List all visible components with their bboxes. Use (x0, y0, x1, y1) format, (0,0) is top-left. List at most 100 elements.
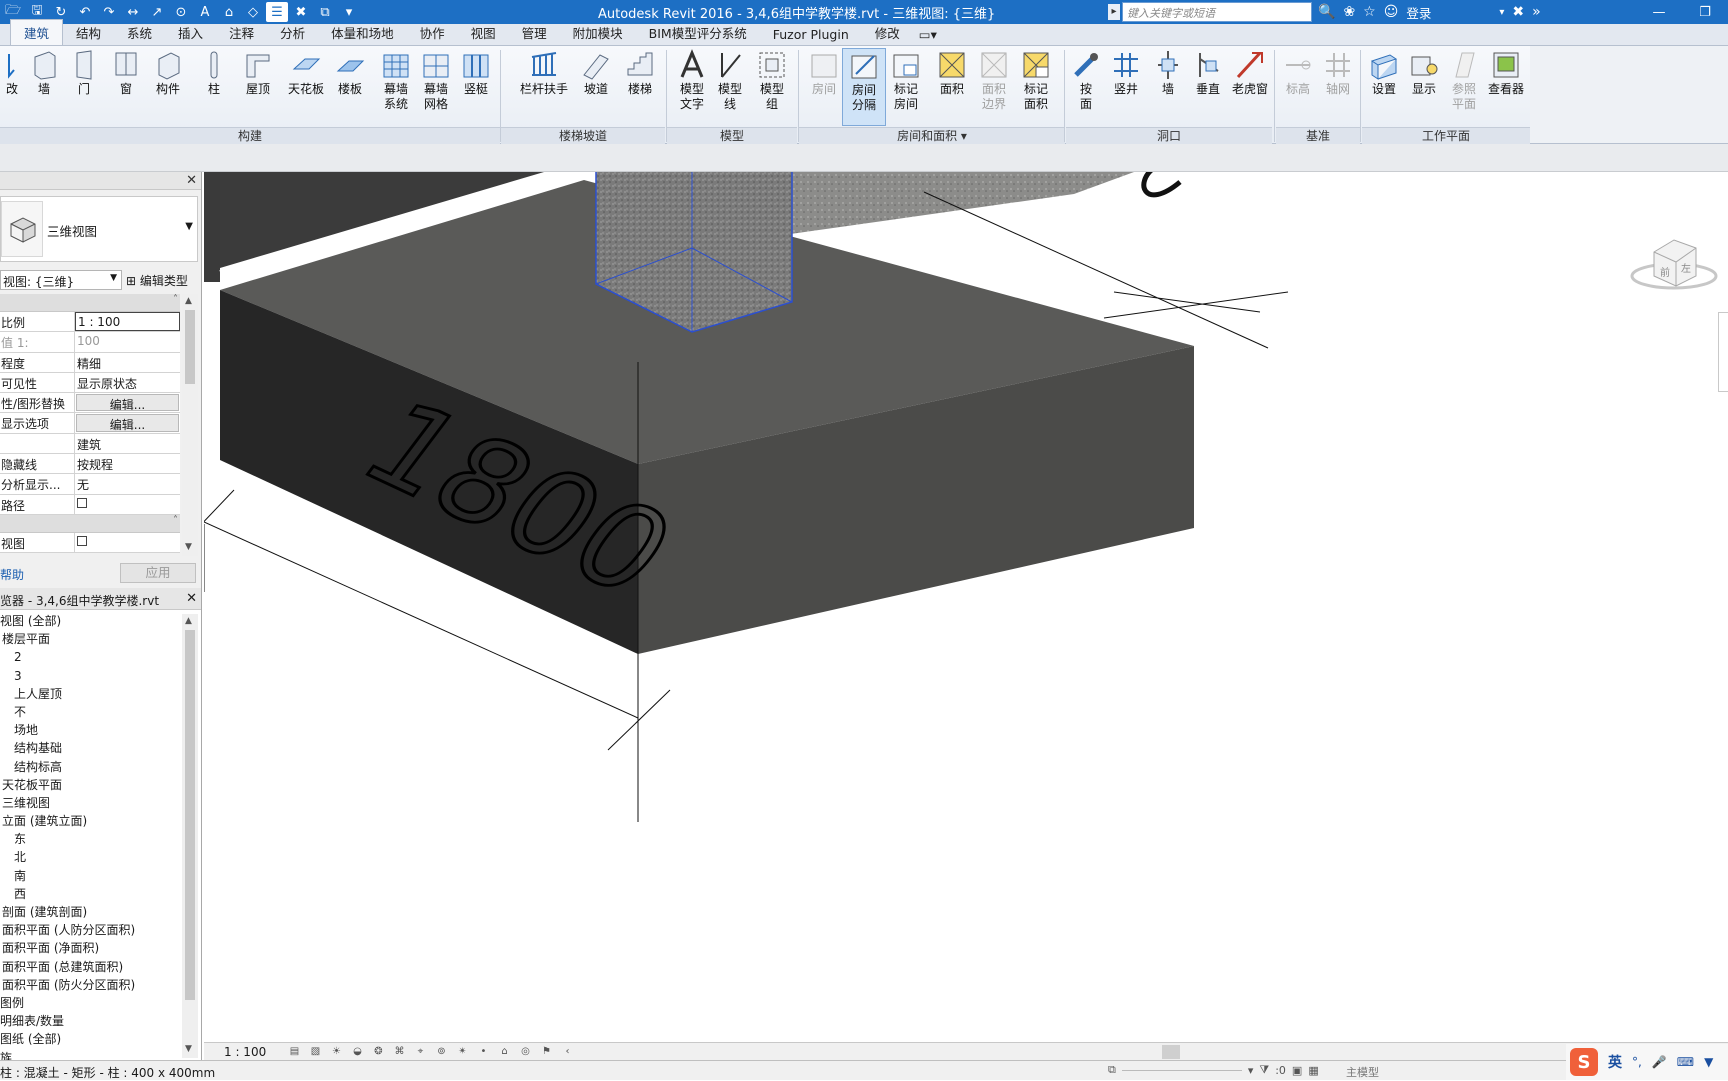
railing-button[interactable]: 栏杆扶手 (516, 48, 572, 126)
property-row[interactable]: 分析显示... 无 (0, 474, 180, 495)
shirt-icon[interactable]: ▼ (1704, 1055, 1713, 1069)
property-row[interactable]: 值 1: 100 (0, 332, 180, 353)
tree-node-area-plan[interactable]: 面积平面 (总建筑面积) (0, 958, 182, 976)
wall-button[interactable]: 墙 (22, 48, 66, 126)
switch-windows-icon[interactable]: ⧉ (314, 2, 336, 22)
door-button[interactable]: 门 (62, 48, 106, 126)
model-canvas[interactable]: 1800 (204, 172, 1728, 1042)
column-button[interactable]: 柱 (192, 48, 236, 126)
set-workplane-button[interactable]: 设置 (1362, 48, 1406, 126)
scroll-thumb[interactable] (185, 630, 195, 1000)
properties-scrollbar[interactable]: ▲ ▼ (182, 294, 198, 556)
punctuation-icon[interactable]: °, (1632, 1055, 1642, 1069)
exchange-icon[interactable]: ✖ (1512, 4, 1524, 20)
temp-hide-icon[interactable]: ✴ (455, 1046, 470, 1058)
subscription-icon[interactable]: ❀ (1343, 4, 1355, 20)
shadows-icon[interactable]: ◒ (350, 1046, 365, 1058)
panel-room-area-label[interactable]: 房间和面积 ▾ (799, 127, 1065, 144)
visual-style-icon[interactable]: ▧ (308, 1046, 323, 1058)
tree-node-ceiling-plans[interactable]: 天花板平面 (0, 776, 182, 794)
tab-options-icon[interactable]: ▭▾ (913, 24, 943, 45)
floor-button[interactable]: 楼板 (328, 48, 372, 126)
scroll-thumb[interactable] (185, 310, 195, 384)
tree-node-sheets[interactable]: 图纸 (全部) (0, 1030, 182, 1048)
tree-node-area-plan[interactable]: 面积平面 (防火分区面积) (0, 976, 182, 994)
3d-view-icon[interactable]: ⌂ (218, 2, 240, 22)
more-icon[interactable]: » (1532, 4, 1541, 20)
tree-node-floor-plan-item[interactable]: 上人屋顶 (0, 685, 182, 703)
microphone-icon[interactable]: 🎤 (1652, 1055, 1667, 1069)
tree-node-views[interactable]: 视图 (全部) (0, 614, 61, 628)
tree-node-floor-plan-item[interactable]: 结构基础 (0, 739, 182, 757)
tree-node-schedules[interactable]: 明细表/数量 (0, 1012, 182, 1030)
login-label[interactable]: 登录 (1406, 3, 1431, 22)
chevron-down-icon[interactable]: ▼ (110, 273, 117, 283)
dimension-icon[interactable]: ↗ (146, 2, 168, 22)
tree-node-floor-plan-item[interactable]: 2 (0, 648, 182, 666)
restore-icon[interactable]: ❐ (1682, 0, 1728, 24)
tab-fuzor[interactable]: Fuzor Plugin (760, 24, 862, 45)
type-selector[interactable]: 三维视图 ▼ (0, 196, 198, 262)
viewcube[interactable]: 前 左 (1624, 224, 1724, 304)
show-crop-icon[interactable]: ⌖ (413, 1046, 428, 1058)
keyboard-icon[interactable]: ⌨ (1677, 1055, 1694, 1069)
tree-node-floor-plan-item[interactable]: 场地 (0, 721, 182, 739)
curtain-system-button[interactable]: 幕墙 系统 (374, 48, 418, 126)
minimize-icon[interactable]: — (1636, 0, 1682, 24)
chevron-down-icon[interactable]: ▾ (1248, 1064, 1254, 1077)
tree-node-elevation-item[interactable]: 西 (0, 885, 182, 903)
property-row[interactable]: 隐藏线 按规程 (0, 454, 180, 475)
tree-node-3d-views[interactable]: 三维视图 (0, 794, 182, 812)
design-options-icon[interactable]: ▣ (1292, 1064, 1302, 1077)
tree-node-elevation-item[interactable]: 北 (0, 848, 182, 866)
close-hidden-icon[interactable]: ✖ (290, 2, 312, 22)
user-icon[interactable]: ☺ (1384, 4, 1399, 20)
tab-architecture[interactable]: 建筑 (10, 19, 64, 45)
tree-node-legends[interactable]: 图例 (0, 994, 182, 1012)
search-input[interactable]: 键入关键字或短语 (1122, 2, 1312, 22)
tree-node-floor-plan-item[interactable]: 不 (0, 703, 182, 721)
tree-node-area-plan[interactable]: 面积平面 (净面积) (0, 939, 182, 957)
area-button[interactable]: 面积 (930, 48, 974, 126)
favorites-icon[interactable]: ☆ (1363, 4, 1376, 20)
stair-button[interactable]: 楼梯 (618, 48, 662, 126)
ime-language[interactable]: 英 (1608, 1052, 1622, 1072)
modify-button[interactable]: 改 (0, 48, 24, 126)
editing-requests-icon[interactable]: ▦ (1308, 1064, 1318, 1077)
tab-manage[interactable]: 管理 (509, 20, 560, 45)
scroll-up-icon[interactable]: ▲ (185, 296, 192, 306)
ceiling-button[interactable]: 天花板 (284, 48, 328, 126)
tab-addins[interactable]: 附加模块 (560, 20, 636, 45)
tree-node-area-plan[interactable]: 面积平面 (人防分区面积) (0, 921, 182, 939)
login-dropdown-icon[interactable]: ▾ (1499, 7, 1504, 18)
property-row[interactable]: 视图 (0, 532, 180, 554)
tab-analyze[interactable]: 分析 (267, 20, 318, 45)
detail-level-icon[interactable]: ▤ (287, 1046, 302, 1058)
by-face-button[interactable]: 按 面 (1064, 48, 1108, 126)
binoculars-icon[interactable]: 🔍 (1318, 4, 1335, 20)
crop-view-icon[interactable]: ⌘ (392, 1046, 407, 1058)
tab-massing-site[interactable]: 体量和场地 (318, 20, 407, 45)
tree-node-elevations[interactable]: 立面 (建筑立面) (0, 812, 182, 830)
navigation-bar[interactable] (1718, 312, 1728, 392)
browser-scrollbar[interactable]: ▲ ▼ (182, 614, 198, 1058)
component-button[interactable]: 构件 (146, 48, 190, 126)
panel-expand-icon[interactable]: ▾ (961, 129, 967, 143)
tree-node-elevation-item[interactable]: 南 (0, 867, 182, 885)
wall-opening-button[interactable]: 墙 (1146, 48, 1190, 126)
tab-structure[interactable]: 结构 (63, 20, 114, 45)
property-row[interactable]: 可见性 显示原状态 (0, 372, 180, 394)
viewport-scrollbar-thumb[interactable] (1162, 1045, 1180, 1059)
room-separator-button[interactable]: 房间 分隔 (842, 48, 886, 126)
collapse-icon[interactable]: ˄ (173, 294, 178, 305)
tag-area-button[interactable]: 标记 面积 (1014, 48, 1058, 126)
mullion-button[interactable]: 竖梃 (454, 48, 498, 126)
checkbox[interactable] (77, 497, 87, 508)
undo-icon[interactable]: ↶ (74, 2, 96, 22)
sogou-logo-icon[interactable]: S (1570, 1048, 1598, 1076)
search-expand-icon[interactable]: ▸ (1108, 4, 1120, 20)
worksharing-icon[interactable]: ⌂ (497, 1046, 512, 1058)
tree-node-floor-plans[interactable]: 楼层平面 (0, 630, 182, 648)
worksets-icon[interactable]: ⧉ (1108, 1063, 1116, 1077)
edit-type-button[interactable]: ⊞ 编辑类型 (124, 270, 200, 290)
